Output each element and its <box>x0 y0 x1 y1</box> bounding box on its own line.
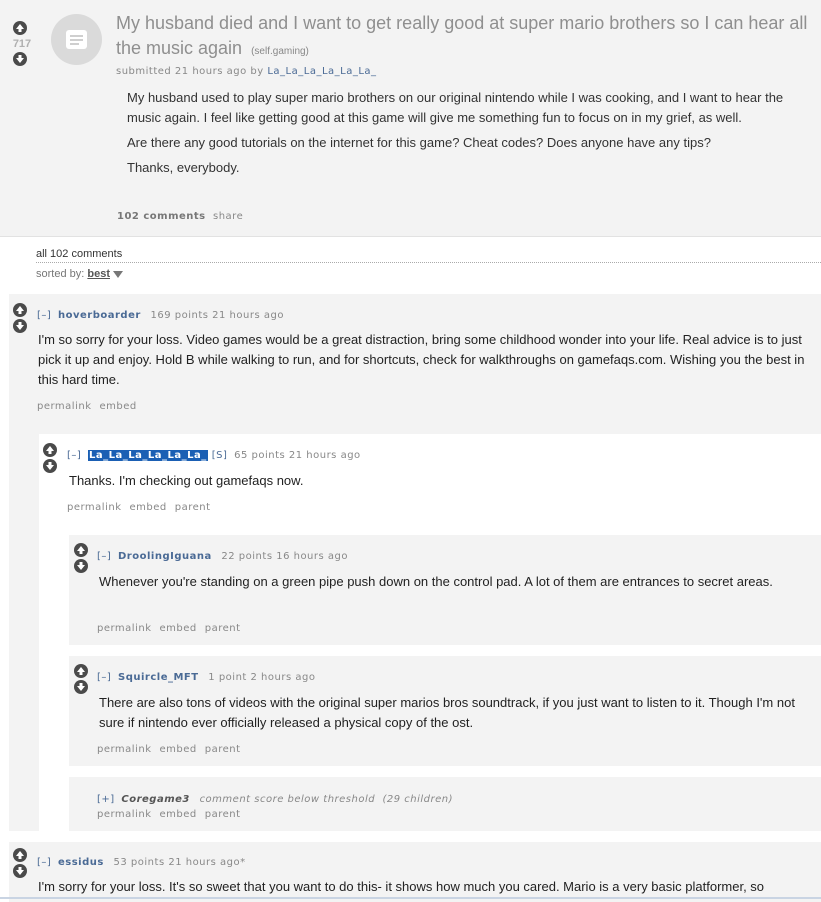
comment-author[interactable]: Coregame3 <box>121 794 190 805</box>
comment-tagline: [–] La_La_La_La_La_La_ [S] 65 points 21 h… <box>67 450 361 461</box>
post-container: 717 My husband died and I want to get re… <box>0 0 821 237</box>
comment-meta: comment score below threshold <box>199 794 376 805</box>
comment-tagline: [–] Squircle_MFT 1 point 2 hours ago <box>97 672 315 683</box>
sort-menu[interactable]: sorted by: best <box>36 268 123 280</box>
permalink-button[interactable]: permalink <box>97 744 152 755</box>
all-comments-link[interactable]: all 102 comments <box>36 248 821 263</box>
post-domain[interactable]: (self.gaming) <box>251 46 309 57</box>
parent-button[interactable]: parent <box>205 623 241 634</box>
comment-droolingiguana: [–] DroolingIguana 22 points 16 hours ag… <box>69 535 821 645</box>
comment-vote <box>74 664 90 696</box>
comment-meta: 1 point 2 hours ago <box>208 672 316 683</box>
post-buttons: 102 comments share <box>117 211 243 222</box>
post-title[interactable]: My husband died and I want to get really… <box>116 11 816 64</box>
comment-tagline: [–] DroolingIguana 22 points 16 hours ag… <box>97 551 348 562</box>
comment-collapsed-coregame3: [+] Coregame3 comment score below thresh… <box>69 777 821 831</box>
downvote-icon[interactable] <box>13 52 27 66</box>
comment-vote <box>43 443 59 475</box>
comment-vote <box>13 848 29 880</box>
comment-buttons: permalink embed parent <box>67 502 219 513</box>
permalink-button[interactable]: permalink <box>67 502 122 513</box>
comment-author[interactable]: Squircle_MFT <box>118 672 199 683</box>
expand-toggle[interactable]: [+] <box>97 794 115 805</box>
comment-tagline: [–] hoverboarder 169 points 21 hours ago <box>37 310 284 321</box>
post-tagline: submitted 21 hours ago by La_La_La_La_La… <box>116 66 377 77</box>
permalink-button[interactable]: permalink <box>97 623 152 634</box>
comment-tagline: [–] essidus 53 points 21 hours ago* <box>37 857 246 868</box>
collapse-toggle[interactable]: [–] <box>97 551 111 562</box>
embed-button[interactable]: embed <box>160 623 197 634</box>
comment-meta: 169 points 21 hours ago <box>150 310 284 321</box>
selftext-paragraph: Thanks, everybody. <box>127 160 240 175</box>
comment-vote <box>74 543 90 575</box>
post-title-text[interactable]: My husband died and I want to get really… <box>116 13 807 58</box>
parent-button[interactable]: parent <box>205 744 241 755</box>
comment-buttons: permalink embed parent <box>97 623 249 634</box>
comment-body: Whenever you're standing on a green pipe… <box>99 574 773 589</box>
sort-value[interactable]: best <box>87 268 110 280</box>
comment-essidus: [–] essidus 53 points 21 hours ago* I'm … <box>9 842 821 902</box>
share-link[interactable]: share <box>213 211 243 222</box>
upvote-icon[interactable] <box>74 664 88 678</box>
comment-squircle: [–] Squircle_MFT 1 point 2 hours ago The… <box>69 656 821 766</box>
post-author[interactable]: La_La_La_La_La_La_ <box>267 66 376 77</box>
comment-buttons: permalink embed parent <box>97 809 249 820</box>
comment-tagline: [+] Coregame3 comment score below thresh… <box>97 794 453 805</box>
comment-body: I'm so sorry for your loss. Video games … <box>38 332 805 387</box>
sort-label: sorted by: <box>36 268 85 280</box>
downvote-icon[interactable] <box>13 319 27 333</box>
comment-author[interactable]: DroolingIguana <box>118 551 212 562</box>
permalink-button[interactable]: permalink <box>37 401 92 412</box>
comment-author[interactable]: hoverboarder <box>58 310 141 321</box>
comment-author[interactable]: essidus <box>58 857 104 868</box>
embed-button[interactable]: embed <box>160 744 197 755</box>
submitter-badge: [S] <box>211 450 228 461</box>
embed-button[interactable]: embed <box>100 401 137 412</box>
self-post-icon[interactable] <box>51 14 102 65</box>
comment-buttons: permalink embed <box>37 401 145 412</box>
collapse-toggle[interactable]: [–] <box>67 450 81 461</box>
downvote-icon[interactable] <box>74 559 88 573</box>
selftext-paragraph: My husband used to play super mario brot… <box>127 90 784 125</box>
comment-meta: 65 points 21 hours ago <box>234 450 361 461</box>
comment-body: Thanks. I'm checking out gamefaqs now. <box>69 473 304 488</box>
permalink-button[interactable]: permalink <box>97 809 152 820</box>
upvote-icon[interactable] <box>13 848 27 862</box>
parent-button[interactable]: parent <box>175 502 211 513</box>
comments-link[interactable]: 102 comments <box>117 211 206 222</box>
comment-vote <box>13 303 29 335</box>
comment-meta: 53 points 21 hours ago* <box>113 857 246 868</box>
upvote-icon[interactable] <box>13 21 27 35</box>
downvote-icon[interactable] <box>43 459 57 473</box>
comment-buttons: permalink embed parent <box>97 744 249 755</box>
downvote-icon[interactable] <box>13 864 27 878</box>
comment-body: There are also tons of videos with the o… <box>99 695 795 730</box>
upvote-icon[interactable] <box>13 303 27 317</box>
post-selftext: My husband used to play super mario brot… <box>127 88 817 183</box>
post-vote: 717 <box>13 21 31 66</box>
upvote-icon[interactable] <box>43 443 57 457</box>
collapse-toggle[interactable]: [–] <box>37 857 51 868</box>
comment-meta: 22 points 16 hours ago <box>221 551 348 562</box>
selftext-paragraph: Are there any good tutorials on the inte… <box>127 135 711 150</box>
upvote-icon[interactable] <box>74 543 88 557</box>
submitted-text: submitted 21 hours ago by <box>116 66 264 77</box>
comment-author[interactable]: La_La_La_La_La_La_ <box>88 450 208 461</box>
embed-button[interactable]: embed <box>160 809 197 820</box>
collapse-toggle[interactable]: [–] <box>37 310 51 321</box>
collapse-toggle[interactable]: [–] <box>97 672 111 683</box>
children-count: (29 children) <box>382 794 454 805</box>
post-score: 717 <box>12 38 32 50</box>
caret-down-icon[interactable] <box>113 270 123 278</box>
downvote-icon[interactable] <box>74 680 88 694</box>
embed-button[interactable]: embed <box>130 502 167 513</box>
parent-button[interactable]: parent <box>205 809 241 820</box>
comment-body: I'm sorry for your loss. It's so sweet t… <box>38 879 765 894</box>
